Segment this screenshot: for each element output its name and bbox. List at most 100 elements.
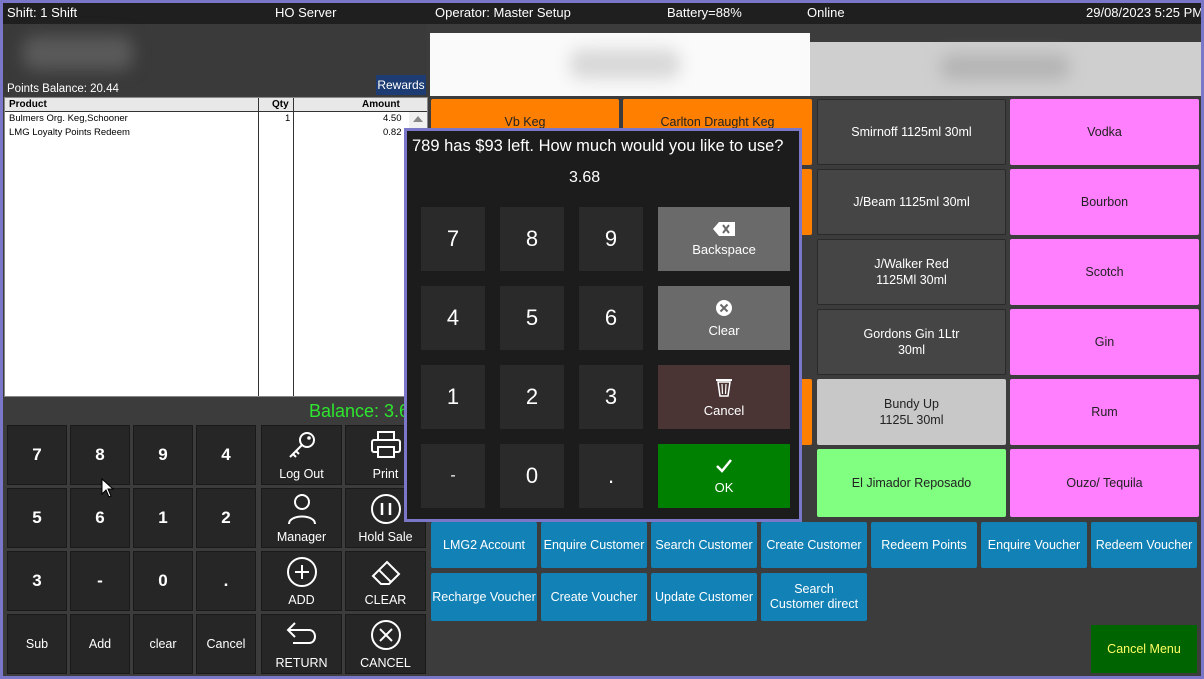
keypad-2[interactable]: 2	[196, 488, 256, 548]
update-customer-button[interactable]: Update Customer	[651, 573, 757, 621]
return-button[interactable]: RETURN	[261, 614, 342, 674]
pause-icon	[370, 494, 401, 524]
column-qty: Qty	[272, 99, 289, 110]
return-arrow-icon	[286, 622, 316, 644]
dialog-key-5[interactable]: 5	[500, 286, 564, 350]
dialog-cancel-button[interactable]: Cancel	[658, 365, 790, 429]
trash-icon	[716, 378, 732, 397]
status-bar: Shift: 1 Shift HO Server Operator: Maste…	[0, 0, 1204, 24]
keypad-3[interactable]: 3	[7, 551, 67, 611]
add-qty-button[interactable]: Add	[70, 614, 130, 674]
dialog-key-0[interactable]: 0	[500, 444, 564, 508]
logout-label: Log Out	[279, 467, 324, 481]
operator-status: Operator: Master Setup	[435, 5, 571, 20]
product-ouzo-tequila[interactable]: Ouzo/ Tequila	[1010, 449, 1199, 517]
backspace-button[interactable]: Backspace	[658, 207, 790, 271]
backspace-icon	[713, 221, 735, 236]
product-bourbon[interactable]: Bourbon	[1010, 169, 1199, 235]
scroll-up-icon[interactable]	[413, 116, 423, 122]
dialog-key-7[interactable]: 7	[421, 207, 485, 271]
recharge-voucher-button[interactable]: Recharge Voucher	[431, 573, 537, 621]
dialog-amount-input[interactable]: 3.68	[407, 169, 799, 187]
dialog-key-2[interactable]: 2	[500, 365, 564, 429]
search-customer-button[interactable]: Search Customer	[651, 522, 757, 568]
search-customer-direct-button[interactable]: Search Customer direct	[761, 573, 867, 621]
dialog-key-3[interactable]: 3	[579, 365, 643, 429]
clear-entry-button[interactable]: clear	[133, 614, 193, 674]
cancel-sale-button[interactable]: CANCEL	[345, 614, 426, 674]
product-scotch[interactable]: Scotch	[1010, 239, 1199, 305]
clear-label: CLEAR	[364, 593, 407, 607]
product-smirnoff[interactable]: Smirnoff 1125ml 30ml	[817, 99, 1006, 165]
keypad-8[interactable]: 8	[70, 425, 130, 485]
clear-button[interactable]: CLEAR	[345, 551, 426, 611]
product-bundy[interactable]: Bundy Up 1125L 30ml	[817, 379, 1006, 445]
key-icon	[288, 432, 315, 458]
keypad-5[interactable]: 5	[7, 488, 67, 548]
product-vodka[interactable]: Vodka	[1010, 99, 1199, 165]
printer-icon	[370, 431, 401, 458]
dialog-key-4[interactable]: 4	[421, 286, 485, 350]
enquire-voucher-button[interactable]: Enquire Voucher	[981, 522, 1087, 568]
grid-divider	[258, 98, 259, 396]
cancel-menu-button[interactable]: Cancel Menu	[1091, 625, 1197, 673]
hold-sale-label: Hold Sale	[358, 530, 413, 544]
dialog-clear-label: Clear	[708, 322, 740, 338]
redeem-points-button[interactable]: Redeem Points	[871, 522, 977, 568]
dialog-cancel-label: Cancel	[703, 402, 745, 418]
dialog-message: 789 has $93 left. How much would you lik…	[412, 137, 784, 155]
product-jwalker[interactable]: J/Walker Red 1125Ml 30ml	[817, 239, 1006, 305]
points-redeem-dialog: 789 has $93 left. How much would you lik…	[404, 128, 802, 522]
table-row[interactable]: LMG Loyalty Points Redeem 0.82	[5, 126, 427, 140]
redeem-voucher-button[interactable]: Redeem Voucher	[1091, 522, 1197, 568]
blurred-tab-label	[940, 54, 1070, 80]
keypad-6[interactable]: 6	[70, 488, 130, 548]
balance-display: Balance: 3.68	[309, 401, 409, 421]
column-amount: Amount	[362, 99, 400, 110]
product-gin[interactable]: Gin	[1010, 309, 1199, 375]
dialog-key-minus[interactable]: -	[421, 444, 485, 508]
keypad-9[interactable]: 9	[133, 425, 193, 485]
keypad-0[interactable]: 0	[133, 551, 193, 611]
sub-button[interactable]: Sub	[7, 614, 67, 674]
category-tab-active[interactable]	[430, 33, 810, 96]
logout-button[interactable]: Log Out	[261, 425, 342, 485]
row-amount: 4.50	[383, 113, 402, 124]
add-button[interactable]: ADD	[261, 551, 342, 611]
dialog-key-1[interactable]: 1	[421, 365, 485, 429]
clear-circle-icon	[716, 299, 732, 316]
dialog-key-dot[interactable]: .	[579, 444, 643, 508]
category-tab[interactable]	[810, 42, 1202, 96]
row-qty: 1	[285, 113, 291, 124]
close-circle-icon	[370, 620, 401, 650]
rewards-button[interactable]: Rewards	[376, 75, 426, 95]
grid-header: Product Qty Amount	[5, 98, 427, 112]
keypad-1[interactable]: 1	[133, 488, 193, 548]
lmg2-account-button[interactable]: LMG2 Account	[431, 522, 537, 568]
product-jbeam[interactable]: J/Beam 1125ml 30ml	[817, 169, 1006, 235]
keypad-4[interactable]: 4	[196, 425, 256, 485]
enquire-customer-button[interactable]: Enquire Customer	[541, 522, 647, 568]
cancel-entry-button[interactable]: Cancel	[196, 614, 256, 674]
plus-circle-icon	[286, 557, 317, 587]
eraser-icon	[371, 560, 400, 585]
dialog-key-8[interactable]: 8	[500, 207, 564, 271]
dialog-key-6[interactable]: 6	[579, 286, 643, 350]
dialog-clear-button[interactable]: Clear	[658, 286, 790, 350]
dialog-ok-button[interactable]: OK	[658, 444, 790, 508]
return-label: RETURN	[275, 656, 328, 670]
keypad-minus[interactable]: -	[70, 551, 130, 611]
manager-button[interactable]: Manager	[261, 488, 342, 548]
table-row[interactable]: Bulmers Org. Keg,Schooner 1 4.50	[5, 112, 427, 126]
add-label: ADD	[288, 593, 315, 607]
keypad-7[interactable]: 7	[7, 425, 67, 485]
keypad-dot[interactable]: .	[196, 551, 256, 611]
transaction-grid[interactable]: Product Qty Amount Bulmers Org. Keg,Scho…	[4, 97, 428, 397]
product-gordons[interactable]: Gordons Gin 1Ltr 30ml	[817, 309, 1006, 375]
product-rum[interactable]: Rum	[1010, 379, 1199, 445]
datetime-status: 29/08/2023 5:25 PM	[1086, 5, 1204, 20]
product-el-jimador[interactable]: El Jimador Reposado	[817, 449, 1006, 517]
create-customer-button[interactable]: Create Customer	[761, 522, 867, 568]
dialog-key-9[interactable]: 9	[579, 207, 643, 271]
create-voucher-button[interactable]: Create Voucher	[541, 573, 647, 621]
